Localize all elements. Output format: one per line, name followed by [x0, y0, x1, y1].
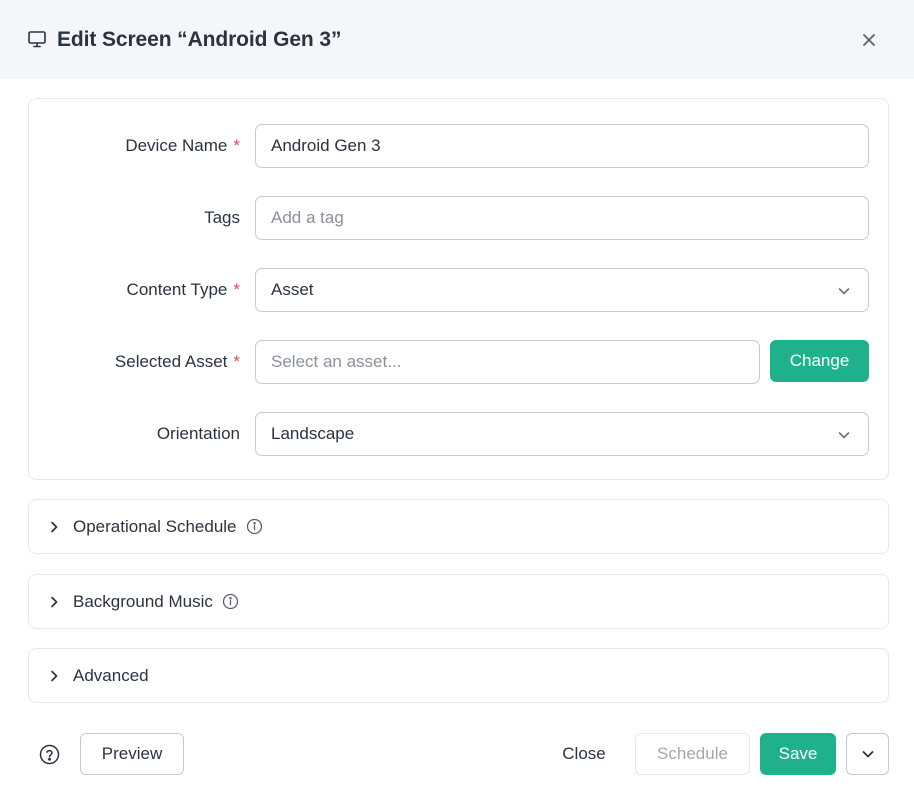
chevron-right-icon: [51, 596, 58, 607]
device-name-row: Device Name * Android Gen 3: [29, 124, 888, 168]
monitor-icon: [28, 30, 46, 47]
section-operational-schedule[interactable]: Operational Schedule: [28, 499, 889, 554]
content-type-label: Content Type *: [126, 280, 240, 299]
device-name-input[interactable]: Android Gen 3: [255, 124, 869, 168]
selected-asset-input[interactable]: Select an asset...: [255, 340, 760, 384]
section-title: Background Music: [73, 591, 213, 611]
orientation-label: Orientation: [156, 424, 240, 443]
orientation-select[interactable]: Landscape: [255, 412, 869, 456]
change-asset-button[interactable]: Change: [770, 340, 869, 382]
selected-asset-row: Selected Asset * Select an asset... Chang…: [29, 340, 888, 384]
required-marker: *: [233, 352, 240, 371]
section-title: Operational Schedule: [73, 516, 237, 536]
schedule-button[interactable]: Schedule: [635, 733, 750, 775]
save-options-button[interactable]: [846, 733, 889, 775]
tags-label: Tags: [204, 208, 240, 227]
dialog-title: Edit Screen “Android Gen 3”: [57, 27, 342, 51]
chevron-down-icon: [838, 432, 850, 439]
help-icon[interactable]: [39, 744, 60, 765]
close-button[interactable]: [858, 29, 880, 51]
chevron-right-icon: [51, 521, 58, 532]
info-icon[interactable]: [222, 593, 239, 610]
device-name-label: Device Name *: [125, 136, 240, 155]
orientation-row: Orientation Landscape: [29, 412, 888, 456]
chevron-down-icon: [838, 288, 850, 295]
selected-asset-label: Selected Asset *: [114, 352, 240, 371]
tags-row: Tags Add a tag: [29, 196, 888, 240]
close-dialog-button[interactable]: Close: [548, 733, 620, 775]
section-title: Advanced: [73, 665, 149, 685]
content-type-row: Content Type * Asset: [29, 268, 888, 312]
required-marker: *: [233, 280, 240, 299]
content-type-select[interactable]: Asset: [255, 268, 869, 312]
chevron-right-icon: [51, 670, 58, 681]
chevron-down-icon: [862, 751, 873, 758]
required-marker: *: [233, 136, 240, 155]
section-background-music[interactable]: Background Music: [28, 574, 889, 629]
info-icon[interactable]: [246, 518, 263, 535]
section-advanced[interactable]: Advanced: [28, 648, 889, 703]
tags-input[interactable]: Add a tag: [255, 196, 869, 240]
screen-form: Device Name * Android Gen 3 Tags Add a ta…: [28, 98, 889, 480]
save-button[interactable]: Save: [760, 733, 836, 775]
close-icon: [863, 34, 875, 46]
preview-button[interactable]: Preview: [80, 733, 184, 775]
orientation-value: Landscape: [271, 424, 355, 443]
dialog-header: Edit Screen “Android Gen 3”: [0, 0, 914, 79]
content-type-value: Asset: [271, 280, 314, 299]
